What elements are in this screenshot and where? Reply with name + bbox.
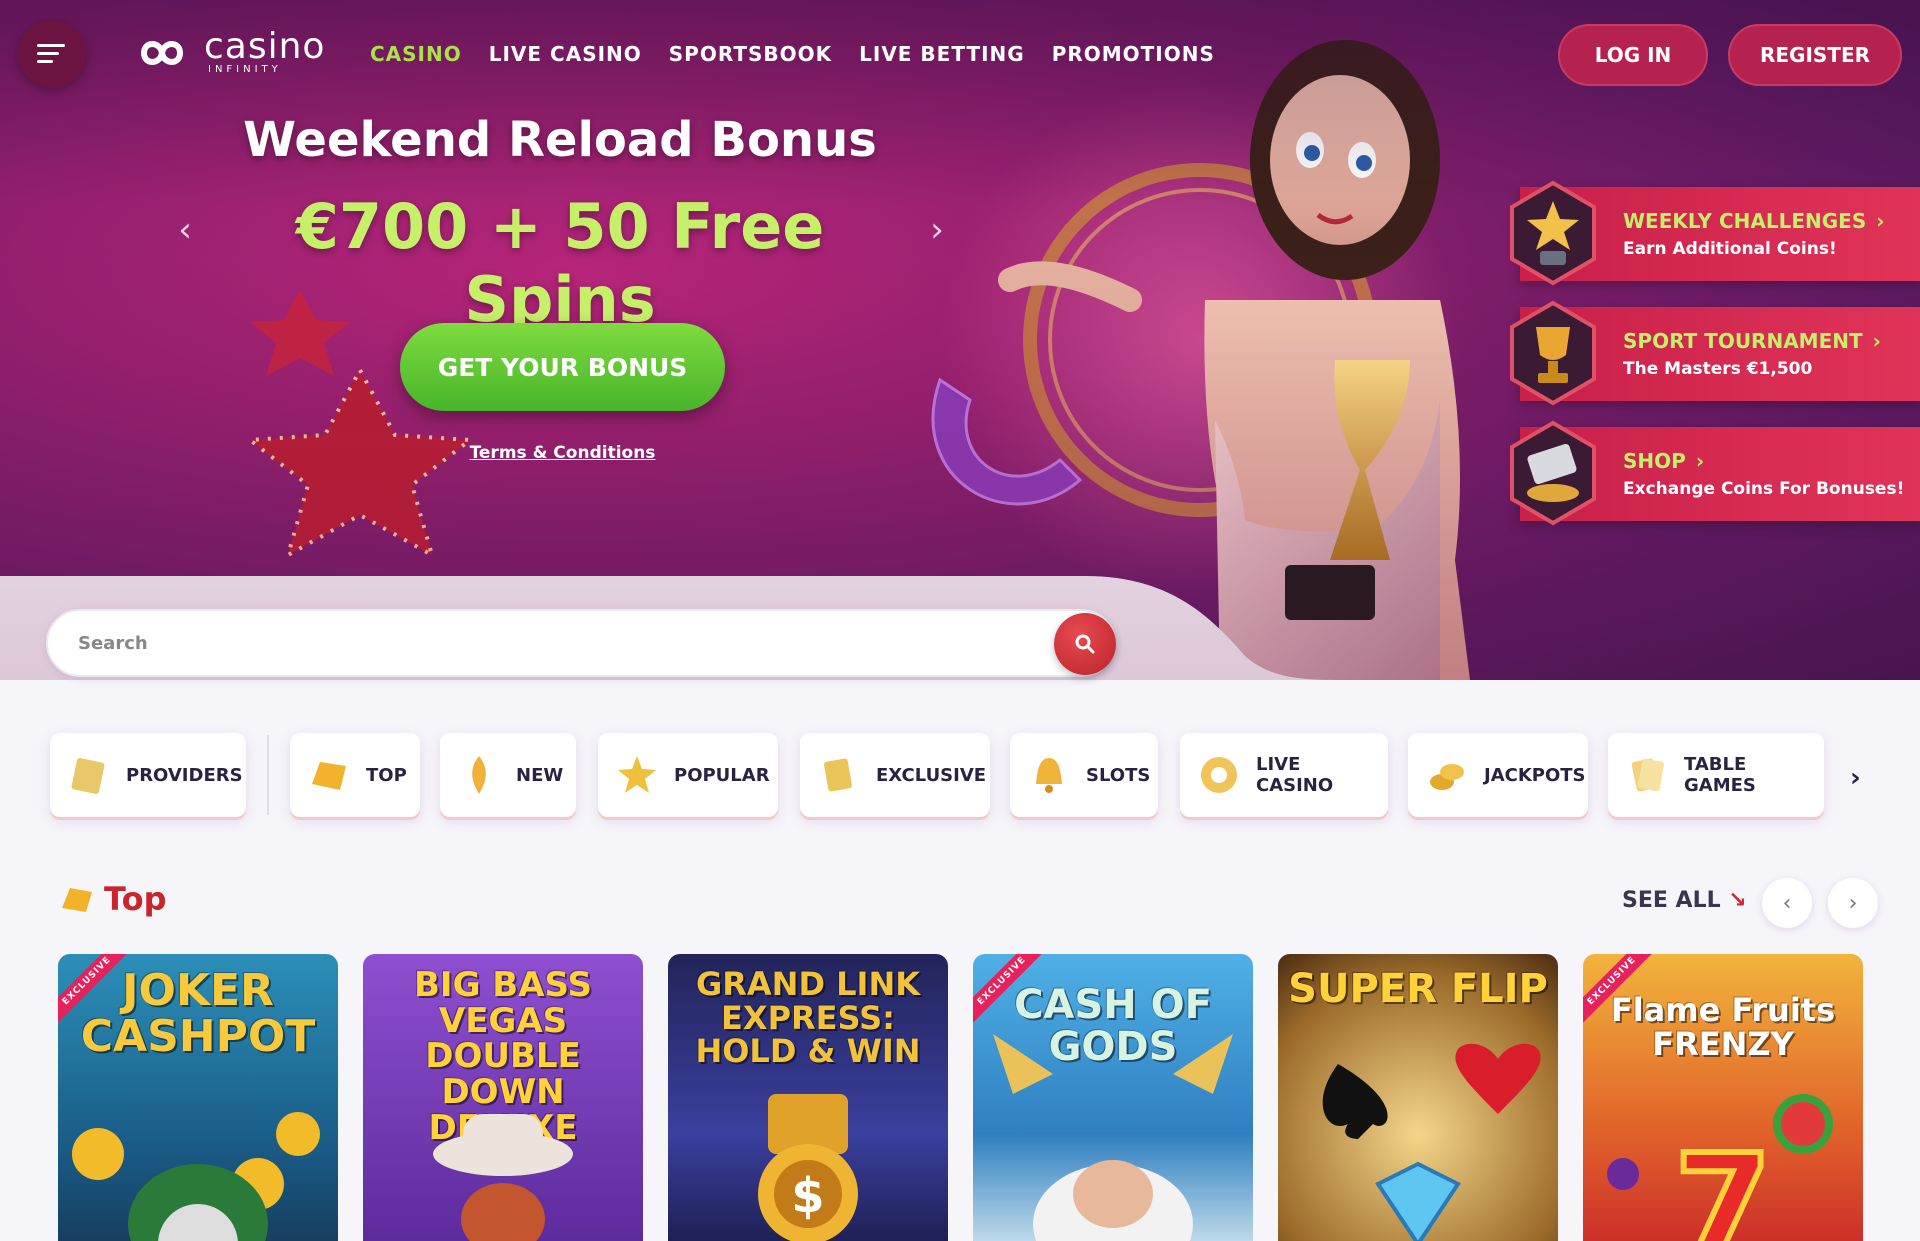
star-trophy-icon [1510, 180, 1596, 286]
section-header: Top [60, 880, 166, 918]
top-gem-icon [312, 762, 346, 790]
category-live-casino[interactable]: LIVE CASINO [1180, 733, 1388, 817]
nav-promotions[interactable]: PROMOTIONS [1052, 42, 1215, 66]
nav-casino[interactable]: CASINO [370, 42, 462, 66]
promo-title: SHOP › [1623, 449, 1705, 473]
category-providers[interactable]: PROVIDERS [50, 733, 246, 817]
category-label: SLOTS [1086, 764, 1151, 786]
game-art [433, 1114, 573, 1241]
game-art [72, 1112, 320, 1241]
category-label: TABLE GAMES [1684, 754, 1756, 796]
roulette-icon [1201, 757, 1237, 793]
providers-icon [71, 757, 105, 795]
search-button[interactable] [1054, 613, 1116, 675]
category-slots[interactable]: SLOTS [1010, 733, 1158, 817]
game-card[interactable]: SUPER FLIP [1278, 954, 1558, 1241]
search-input[interactable]: Search [78, 633, 148, 654]
infinity-logo-icon [140, 40, 184, 65]
category-label: LIVE CASINO [1256, 754, 1334, 796]
nav-live-casino[interactable]: LIVE CASINO [489, 42, 642, 66]
nav-sportsbook[interactable]: SPORTSBOOK [669, 42, 832, 66]
promo-weekly-challenges[interactable]: WEEKLY CHALLENGES › Earn Additional Coins… [1510, 180, 1920, 286]
bell-icon [1036, 758, 1062, 793]
category-divider [267, 735, 269, 815]
promo-title: WEEKLY CHALLENGES › [1623, 209, 1885, 233]
category-popular[interactable]: POPULAR [598, 733, 778, 817]
category-next-arrow[interactable]: › [1850, 763, 1861, 793]
promo-subtitle: Exchange Coins For Bonuses! [1623, 479, 1905, 499]
category-exclusive[interactable]: EXCLUSIVE [800, 733, 990, 817]
exclusive-ticket-icon [824, 758, 852, 792]
nav-live-betting[interactable]: LIVE BETTING [859, 42, 1025, 66]
login-button[interactable]: LOG IN [1558, 24, 1708, 86]
new-flame-icon [472, 756, 486, 794]
category-jackpots[interactable]: JACKPOTS [1408, 733, 1588, 817]
logo-word: casino [204, 26, 326, 67]
search-icon [1075, 634, 1095, 654]
carousel-prev-button[interactable]: ‹ [1762, 878, 1812, 928]
svg-text:7: 7 [1674, 1125, 1771, 1241]
carousel-next-button[interactable]: › [1828, 878, 1878, 928]
category-label: NEW [516, 764, 564, 786]
banner-title: Weekend Reload Bonus [243, 112, 877, 168]
game-card[interactable]: Flame Fruits FRENZY 7 EXCLUSIVE [1583, 954, 1863, 1241]
game-card[interactable]: JOKER CASHPOT EXCLUSIVE [58, 954, 338, 1241]
banner-prev-arrow[interactable]: ‹ [170, 210, 200, 250]
section-title: Top [104, 880, 167, 918]
banner-offer: €700 + 50 Free Spins [295, 190, 825, 336]
game-art [1322, 1043, 1541, 1241]
top-gem-icon [62, 888, 92, 912]
category-label: EXCLUSIVE [876, 764, 987, 786]
svg-text:$: $ [791, 1168, 824, 1224]
promo-sport-tournament[interactable]: SPORT TOURNAMENT › The Masters €1,500 [1510, 300, 1920, 406]
promo-shop[interactable]: SHOP › Exchange Coins For Bonuses! [1510, 420, 1920, 526]
get-bonus-button[interactable]: GET YOUR BONUS [400, 323, 725, 411]
coins-icon [1430, 764, 1464, 790]
category-top[interactable]: TOP [290, 733, 420, 817]
games-row: JOKER CASHPOT EXCLUSIVE BIG BASS VEGAS D… [58, 954, 1868, 1241]
see-all-link[interactable]: SEE ALL ↘ [1622, 888, 1747, 913]
star-icon [618, 756, 656, 793]
site-logo[interactable]: casino INFINITY [124, 26, 326, 75]
game-art: 7 [1607, 1094, 1833, 1241]
trophy-icon [1510, 300, 1596, 406]
hamburger-icon [37, 44, 65, 63]
register-button[interactable]: REGISTER [1728, 24, 1902, 86]
promo-title: SPORT TOURNAMENT › [1623, 329, 1881, 353]
search-bar[interactable]: Search [46, 609, 1116, 677]
arrow-down-right-icon: ↘ [1728, 888, 1747, 913]
category-label: JACKPOTS [1484, 764, 1586, 786]
category-label: TOP [366, 764, 407, 786]
category-table-games[interactable]: TABLE GAMES [1608, 733, 1824, 817]
game-art [993, 1034, 1233, 1241]
category-label: PROVIDERS [126, 764, 243, 786]
banner-next-arrow[interactable]: › [922, 210, 952, 250]
category-bar: PROVIDERS TOP NEW POPULAR EXCLUSIVE SLOT… [50, 733, 1870, 817]
promo-subtitle: Earn Additional Coins! [1623, 239, 1837, 259]
menu-button[interactable] [18, 20, 86, 88]
category-new[interactable]: NEW [440, 733, 576, 817]
terms-link[interactable]: Terms & Conditions [460, 443, 665, 463]
game-art: $ [758, 1094, 858, 1241]
promo-subtitle: The Masters €1,500 [1623, 359, 1813, 379]
category-label: POPULAR [674, 764, 770, 786]
game-card[interactable]: BIG BASS VEGAS DOUBLE DOWN DELUXE [363, 954, 643, 1241]
shop-card-icon [1510, 420, 1596, 526]
game-card[interactable]: GRAND LINK EXPRESS: HOLD & WIN $ [668, 954, 948, 1241]
main-nav: CASINO LIVE CASINO SPORTSBOOK LIVE BETTI… [370, 42, 1215, 66]
cards-icon [1631, 758, 1664, 792]
game-card[interactable]: CASH OF GODS EXCLUSIVE [973, 954, 1253, 1241]
